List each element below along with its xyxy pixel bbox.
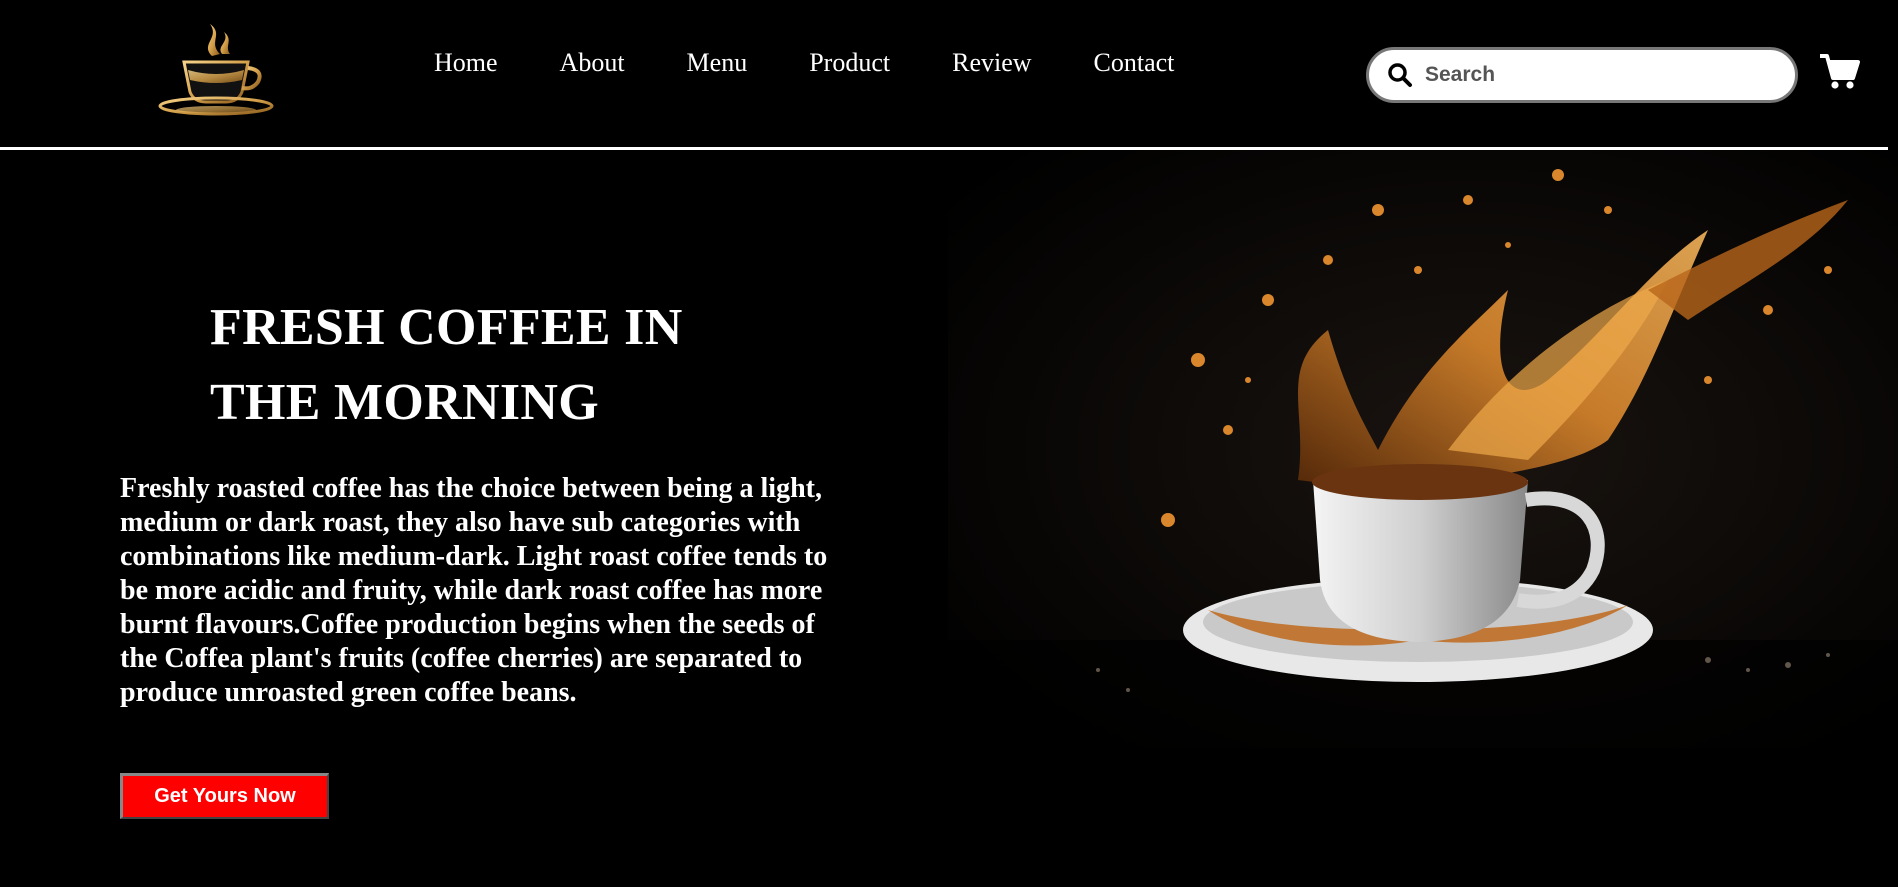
shopping-cart-icon[interactable] [1818,50,1860,92]
nav-product-link[interactable]: Product [809,48,890,78]
hero-description: Freshly roasted coffee has the choice be… [120,473,828,708]
nav-contact-link[interactable]: Contact [1094,48,1175,78]
nav-menu-link[interactable]: Menu [687,48,748,78]
coffee-cup-logo-icon[interactable] [150,14,280,118]
hero-title-line1: FRESH COFFEE IN [210,299,683,356]
main-nav: Home About Menu Product Review Contact [434,48,1236,78]
nav-home-link[interactable]: Home [434,48,498,78]
search-icon[interactable] [1387,62,1413,88]
get-yours-now-button[interactable]: Get Yours Now [120,773,329,819]
nav-review-link[interactable]: Review [952,48,1031,78]
search-box[interactable] [1366,47,1798,103]
hero-title-line2: THE MORNING [210,374,599,431]
site-header: Home About Menu Product Review Contact [0,0,1898,148]
hero-title: FRESH COFFEE IN THE MORNING [210,290,770,440]
coffee-splash-cup-image [948,150,1898,748]
search-input[interactable] [1423,62,1795,88]
nav-about-link[interactable]: About [560,48,625,78]
